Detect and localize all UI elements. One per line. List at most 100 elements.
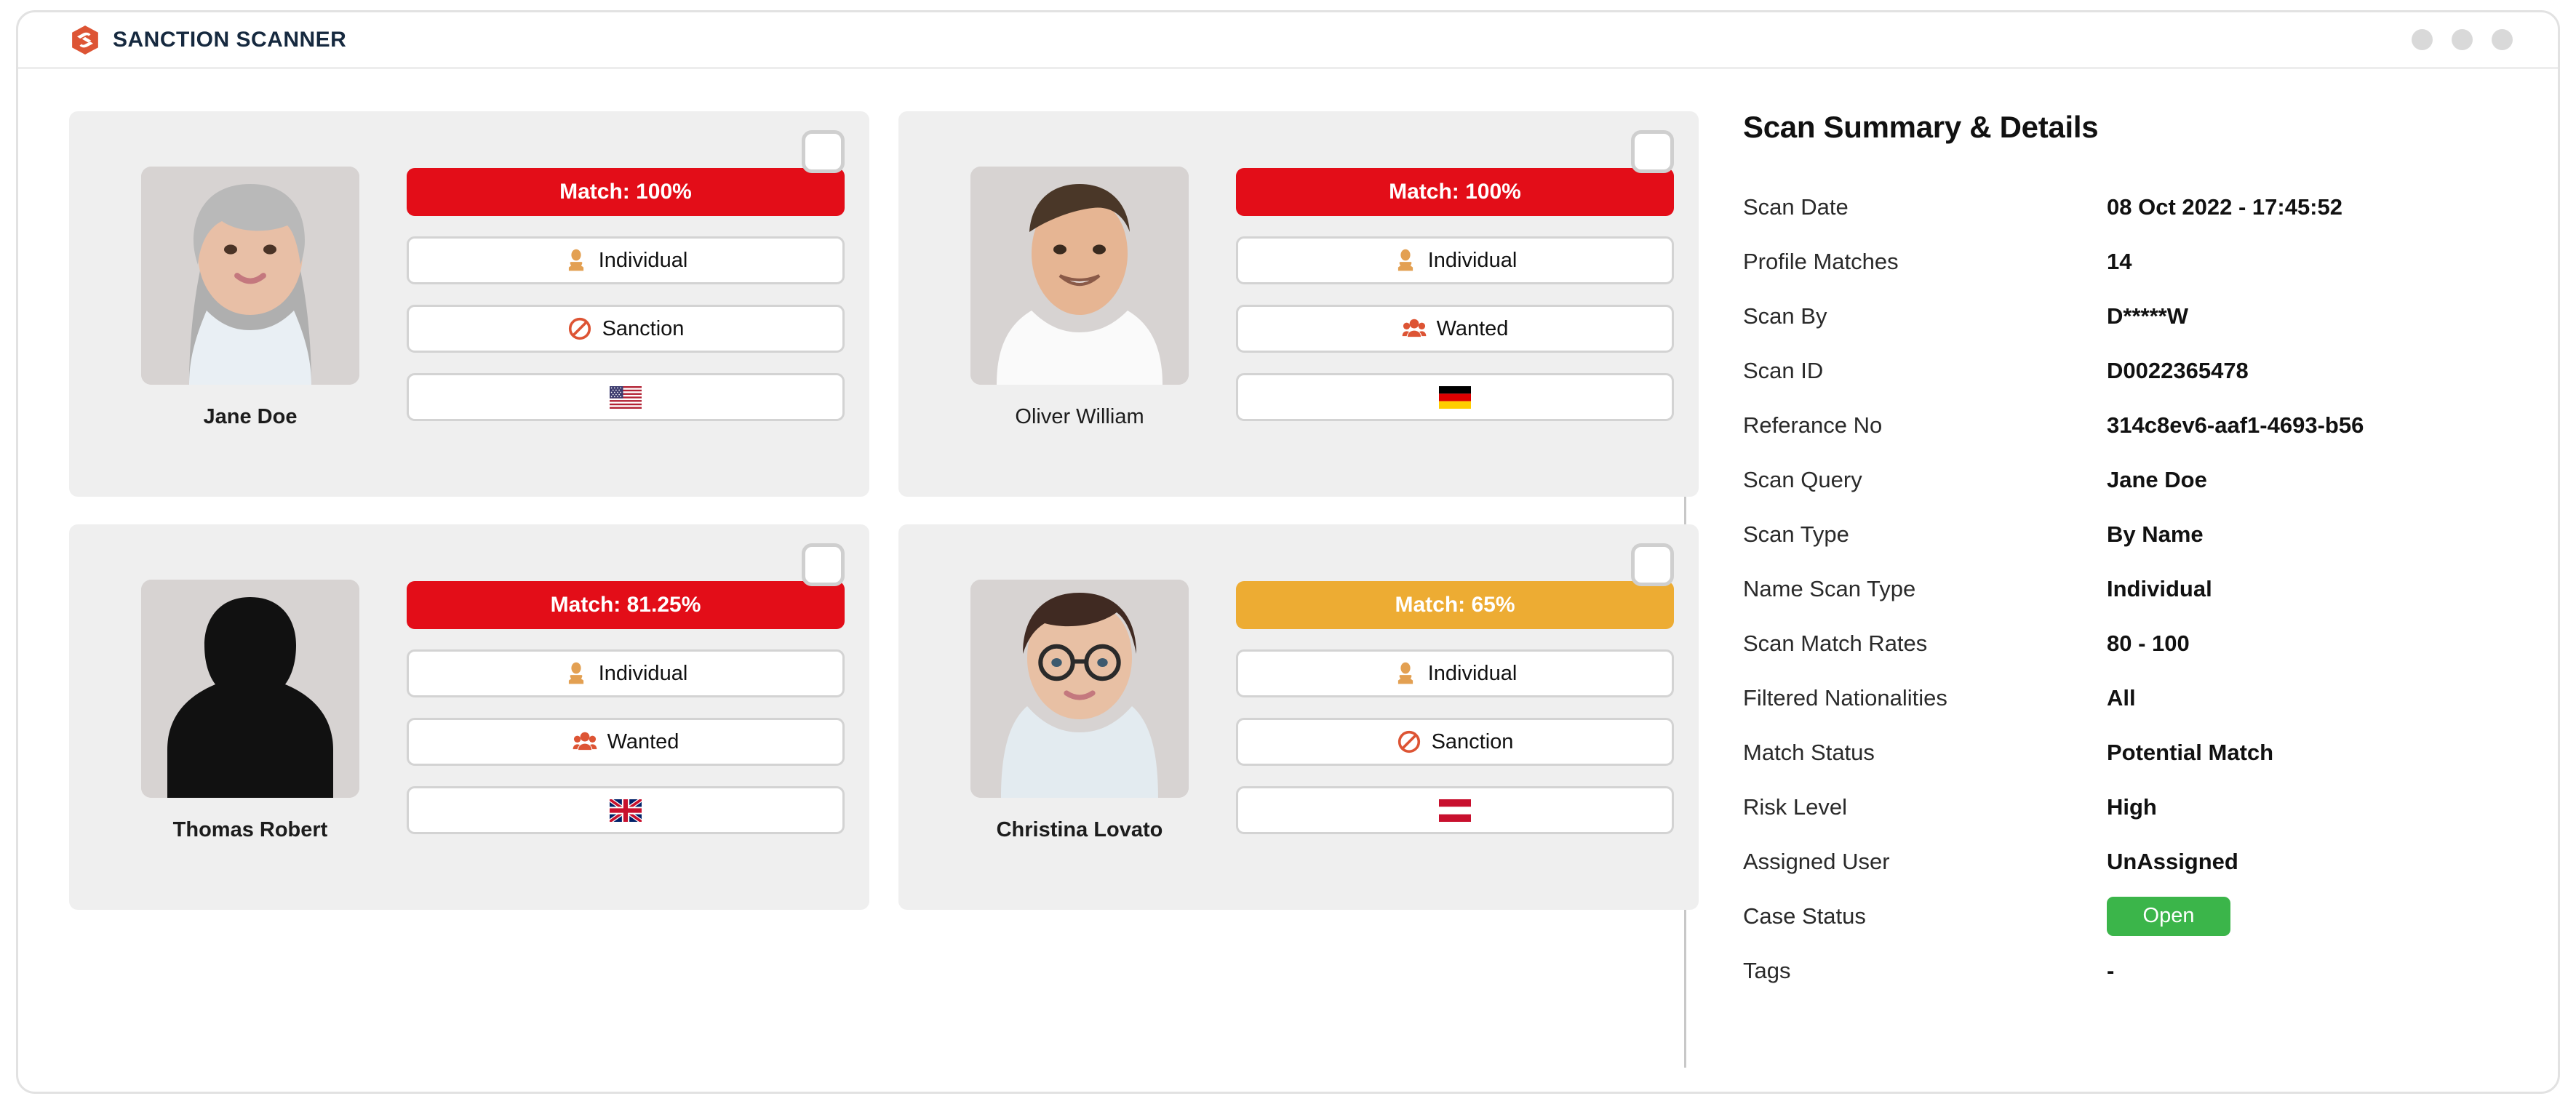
detail-value: D0022365478 [2107,357,2249,383]
list-type-label: Wanted [1436,316,1509,340]
prohibition-icon [1397,729,1421,754]
detail-row: Referance No 314c8ev6-aaf1-4693-b56 [1743,398,2558,452]
detail-value: Open [2107,896,2230,936]
detail-rows: Scan Date 08 Oct 2022 - 17:45:52 Profile M… [1743,180,2558,998]
entity-type-label: Individual [598,661,688,685]
list-type-pill[interactable]: Sanction [1236,718,1674,766]
match-select-checkbox[interactable] [1631,543,1674,586]
detail-row: Scan Type By Name [1743,507,2558,561]
detail-value: All [2107,684,2136,711]
match-identity: Thomas Robert [94,543,407,895]
detail-label: Scan Match Rates [1743,630,1928,656]
group-people-icon [1402,316,1427,341]
detail-label: Name Scan Type [1743,575,1916,601]
nationality-pill[interactable] [407,373,845,421]
sanction-scanner-logo-icon [69,24,101,56]
detail-value: 08 Oct 2022 - 17:45:52 [2107,193,2342,220]
prohibition-icon [567,316,592,341]
group-people-icon [573,729,597,754]
avatar [141,167,359,385]
detail-row: Match Status Potential Match [1743,725,2558,780]
detail-value: 14 [2107,248,2132,274]
window-controls[interactable] [2412,29,2513,50]
detail-row: Name Scan Type Individual [1743,561,2558,616]
match-card[interactable]: Oliver William Match: 100% Individual Wante… [898,111,1699,497]
main-content: Jane Doe Match: 100% Individual Sanction Oli… [18,69,2558,1089]
match-identity: Jane Doe [94,130,407,482]
detail-label: Scan Date [1743,193,1849,220]
detail-label: Case Status [1743,903,1866,929]
detail-label: Referance No [1743,412,1883,438]
match-attributes: Match: 65% Individual Sanction [1236,543,1674,895]
match-identity: Christina Lovato [923,543,1236,895]
detail-label: Scan Query [1743,466,1862,492]
detail-label: Scan Type [1743,521,1849,547]
brand: SANCTION SCANNER [69,24,346,56]
match-attributes: Match: 100% Individual Sanction [407,130,845,482]
match-score-badge: Match: 100% [1236,168,1674,216]
list-type-label: Wanted [607,729,679,753]
person-icon [1393,661,1418,686]
match-card-grid: Jane Doe Match: 100% Individual Sanction Oli… [69,111,1699,910]
match-card[interactable]: Jane Doe Match: 100% Individual Sanction [69,111,869,497]
detail-value: Potential Match [2107,739,2274,765]
entity-type-pill[interactable]: Individual [1236,649,1674,697]
detail-value: 314c8ev6-aaf1-4693-b56 [2107,412,2364,438]
detail-row: Scan Match Rates 80 - 100 [1743,616,2558,671]
match-name: Jane Doe [203,405,298,428]
entity-type-label: Individual [1427,661,1518,685]
detail-row: Risk Level High [1743,780,2558,834]
match-score-badge: Match: 81.25% [407,581,845,629]
detail-row: Tags - [1743,943,2558,998]
detail-value: Individual [2107,575,2212,601]
match-card[interactable]: Christina Lovato Match: 65% Individual Sanc… [898,524,1699,910]
detail-row: Profile Matches 14 [1743,234,2558,289]
entity-type-pill[interactable]: Individual [407,649,845,697]
flag-us [610,385,642,409]
match-score-badge: Match: 100% [407,168,845,216]
window-dot-close[interactable] [2492,29,2513,50]
entity-type-pill[interactable]: Individual [407,236,845,284]
window-dot-maximize[interactable] [2452,29,2473,50]
detail-value: D*****W [2107,303,2188,329]
detail-row: Scan By D*****W [1743,289,2558,343]
match-score-badge: Match: 65% [1236,581,1674,629]
list-type-pill[interactable]: Sanction [407,305,845,353]
flag-at [1439,799,1471,822]
list-type-pill[interactable]: Wanted [1236,305,1674,353]
detail-row: Case Status Open [1743,889,2558,943]
window-dot-minimize[interactable] [2412,29,2433,50]
detail-row: Assigned User UnAssigned [1743,834,2558,889]
nationality-pill[interactable] [1236,786,1674,834]
nationality-pill[interactable] [1236,373,1674,421]
detail-value: By Name [2107,521,2204,547]
entity-type-label: Individual [598,248,688,272]
detail-value: UnAssigned [2107,848,2238,874]
match-name: Oliver William [1015,405,1144,428]
detail-label: Scan By [1743,303,1827,329]
detail-value: - [2107,957,2115,983]
flag-de [1439,385,1471,409]
detail-label: Filtered Nationalities [1743,684,1947,711]
match-select-checkbox[interactable] [802,130,845,173]
person-icon [1393,248,1418,273]
list-type-pill[interactable]: Wanted [407,718,845,766]
match-name: Christina Lovato [996,818,1163,841]
detail-value: Jane Doe [2107,466,2207,492]
match-name: Thomas Robert [172,818,328,841]
person-icon [564,248,589,273]
match-select-checkbox[interactable] [1631,130,1674,173]
detail-label: Match Status [1743,739,1875,765]
match-identity: Oliver William [923,130,1236,482]
match-select-checkbox[interactable] [802,543,845,586]
detail-label: Tags [1743,957,1791,983]
detail-value: 80 - 100 [2107,630,2190,656]
entity-type-pill[interactable]: Individual [1236,236,1674,284]
nationality-pill[interactable] [407,786,845,834]
match-card[interactable]: Thomas Robert Match: 81.25% Individual Want… [69,524,869,910]
status-badge[interactable]: Open [2107,896,2230,936]
detail-row: Filtered Nationalities All [1743,671,2558,725]
title-bar: SANCTION SCANNER [18,12,2558,69]
avatar [970,167,1189,385]
app-window: SANCTION SCANNER Jane Doe Match: 100% Indi… [16,10,2560,1094]
